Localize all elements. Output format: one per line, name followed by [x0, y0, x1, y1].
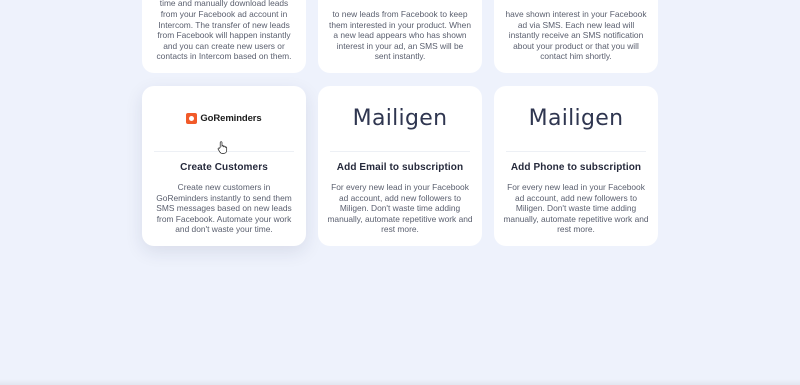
integration-card-add-email[interactable]: Mailigen Add Email to subscription For e… [318, 86, 482, 246]
card-logo-area: Mailigen [494, 86, 658, 151]
card-title: Add Email to subscription [336, 162, 464, 173]
card-divider [506, 151, 646, 152]
card-description: For every new lead in your Facebook ad a… [327, 182, 473, 235]
card-description: Create new customers in GoReminders inst… [156, 182, 292, 235]
integration-card-add-phone[interactable]: Mailigen Add Phone to subscription For e… [494, 86, 658, 246]
integrations-page: time and manually download leads from yo… [0, 0, 800, 385]
card-logo-area: Mailigen [318, 86, 482, 151]
integration-card-create-customers[interactable]: GoReminders Create Customers Create new … [142, 86, 306, 246]
mailigen-logo: Mailigen [528, 106, 624, 131]
card-description: to new leads from Facebook to keep them … [329, 9, 471, 62]
hand-pointer-icon [217, 141, 228, 154]
card-description: For every new lead in your Facebook ad a… [503, 182, 649, 235]
card-title: Create Customers [180, 162, 268, 173]
card-divider [330, 151, 470, 152]
goreminders-logo: GoReminders [186, 113, 262, 124]
page-bottom-edge [0, 379, 800, 385]
integration-card-intercom[interactable]: time and manually download leads from yo… [142, 0, 306, 73]
card-title: Add Phone to subscription [510, 162, 642, 173]
integration-card-sms-notification[interactable]: have shown interest in your Facebook ad … [494, 0, 658, 73]
card-description: have shown interest in your Facebook ad … [505, 9, 647, 62]
mailigen-logo: Mailigen [352, 106, 448, 131]
integration-card-sms-follow-up[interactable]: to new leads from Facebook to keep them … [318, 0, 482, 73]
card-description: time and manually download leads from yo… [156, 0, 292, 62]
goreminders-logo-icon [186, 113, 198, 124]
goreminders-logo-text: GoReminders [200, 113, 262, 124]
